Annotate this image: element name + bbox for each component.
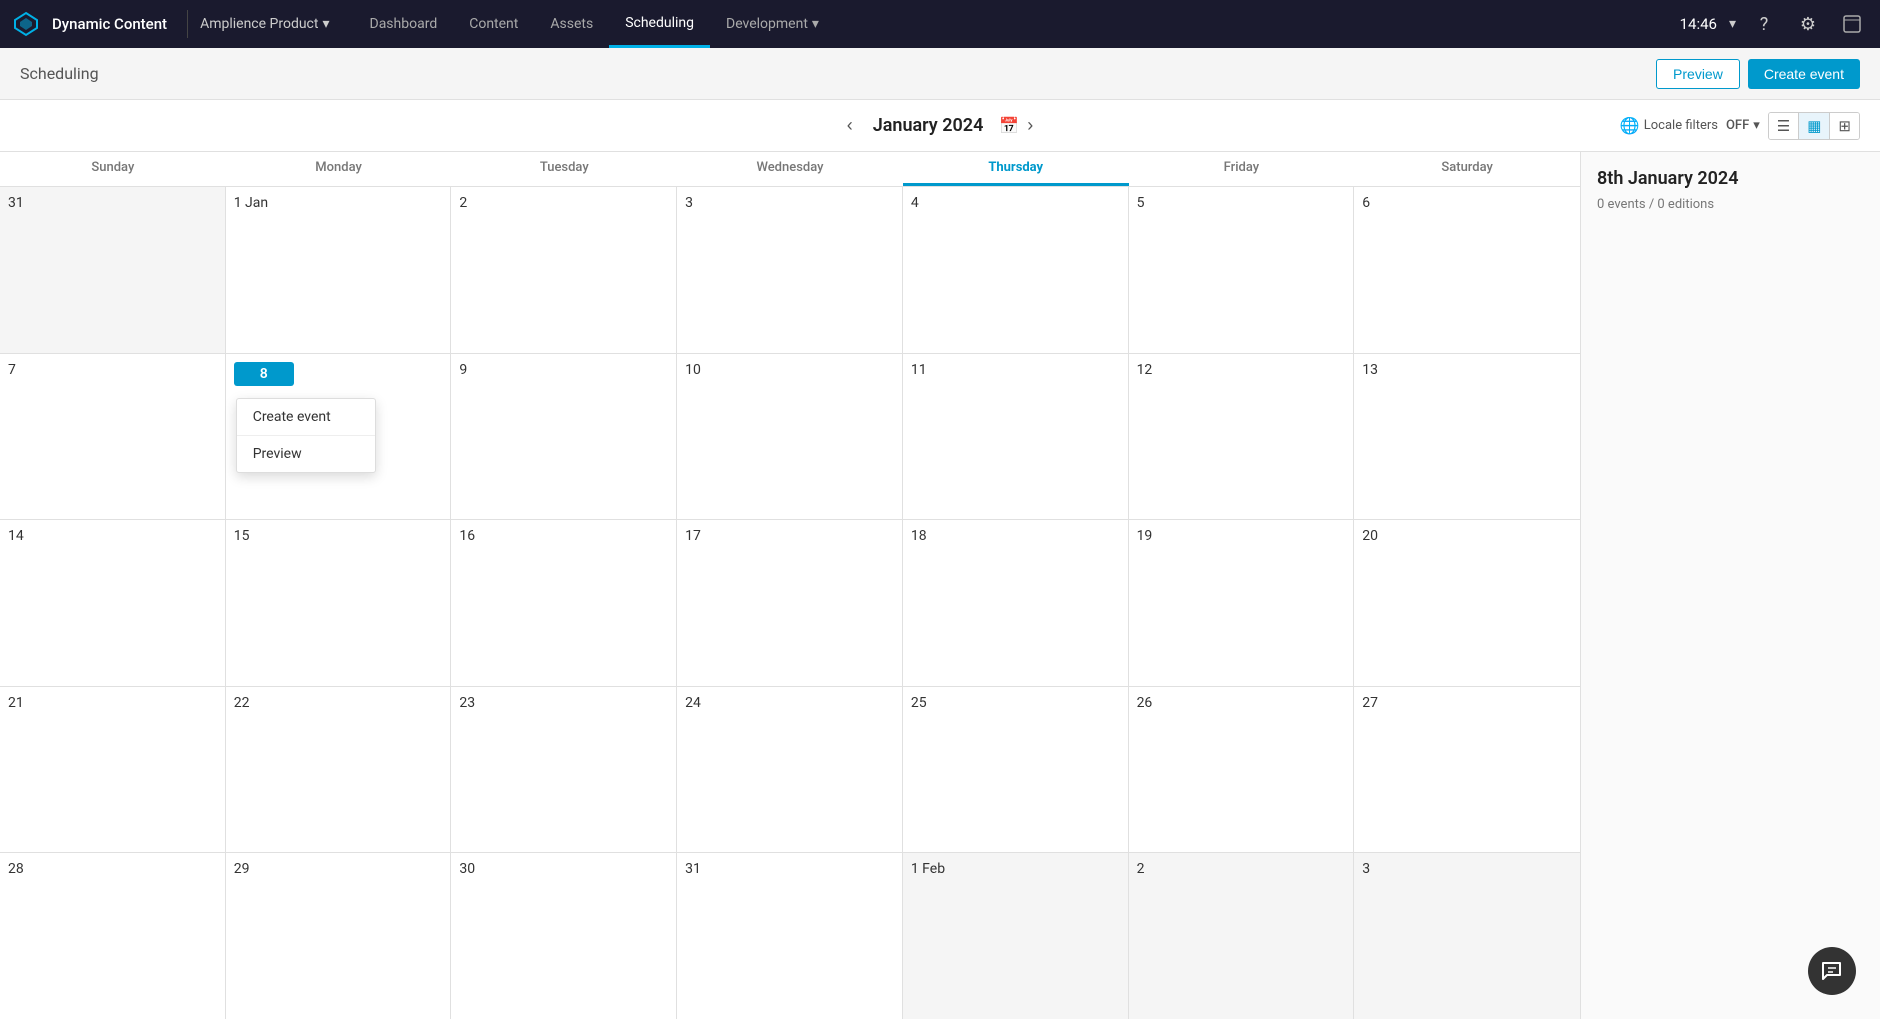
day-cell[interactable]: 14 xyxy=(0,520,226,686)
chat-bubble[interactable] xyxy=(1808,947,1856,995)
settings-icon[interactable]: ⚙ xyxy=(1792,8,1824,40)
days-of-week-row: Sunday Monday Tuesday Wednesday Thursday… xyxy=(0,152,1580,187)
chevron-down-icon: ▾ xyxy=(322,16,329,32)
day-cell[interactable]: 15 xyxy=(226,520,452,686)
day-cell[interactable]: 12 xyxy=(1129,354,1355,520)
nav-product[interactable]: Amplience Product ▾ xyxy=(192,16,337,32)
nav-right: 14:46 ▾ ? ⚙ xyxy=(1680,8,1868,40)
day-cell[interactable]: 4 xyxy=(903,187,1129,353)
nav-links: Dashboard Content Assets Scheduling Deve… xyxy=(354,0,1680,48)
day-cell[interactable]: 29 xyxy=(226,853,452,1019)
ctx-create-event[interactable]: Create event xyxy=(237,399,375,435)
user-icon[interactable] xyxy=(1836,8,1868,40)
create-event-button[interactable]: Create event xyxy=(1748,59,1860,89)
nav-link-scheduling[interactable]: Scheduling xyxy=(609,0,710,48)
day-cell[interactable]: 11 xyxy=(903,354,1129,520)
context-menu: Create event Preview xyxy=(236,398,376,473)
ctx-preview[interactable]: Preview xyxy=(237,436,375,472)
week-row: 14 15 16 17 18 19 20 xyxy=(0,520,1580,687)
dow-sunday: Sunday xyxy=(0,152,226,186)
chevron-down-icon: ▾ xyxy=(1753,118,1760,133)
event-sidebar: 8th January 2024 0 events / 0 editions xyxy=(1580,152,1880,1019)
calendar-main: Sunday Monday Tuesday Wednesday Thursday… xyxy=(0,152,1580,1019)
chevron-down-icon: ▾ xyxy=(812,16,819,32)
top-nav: Dynamic Content Amplience Product ▾ Dash… xyxy=(0,0,1880,48)
grid-view-button[interactable]: ▦ xyxy=(1799,113,1830,139)
globe-icon: 🌐 xyxy=(1620,116,1640,135)
day-cell[interactable]: 27 xyxy=(1354,687,1580,853)
app-name: Dynamic Content xyxy=(48,15,183,33)
day-cell[interactable]: 7 xyxy=(0,354,226,520)
day-cell[interactable]: 31 xyxy=(0,187,226,353)
month-label: January 2024 xyxy=(873,115,984,136)
dow-monday: Monday xyxy=(226,152,452,186)
locale-filter-label: Locale filters xyxy=(1644,118,1718,133)
day-cell[interactable]: 16 xyxy=(451,520,677,686)
page-title: Scheduling xyxy=(20,64,99,83)
calendar-wrapper: Sunday Monday Tuesday Wednesday Thursday… xyxy=(0,152,1880,1019)
nav-link-assets[interactable]: Assets xyxy=(534,0,609,48)
day-cell[interactable]: 5 xyxy=(1129,187,1355,353)
nav-time: 14:46 xyxy=(1680,15,1717,33)
day-cell[interactable]: 20 xyxy=(1354,520,1580,686)
day-cell[interactable]: 6 xyxy=(1354,187,1580,353)
day-cell[interactable]: 19 xyxy=(1129,520,1355,686)
month-view-button[interactable]: ⊞ xyxy=(1830,113,1859,139)
nav-link-content[interactable]: Content xyxy=(453,0,534,48)
week-row: 31 1 Jan 2 3 4 5 6 xyxy=(0,187,1580,354)
day-cell[interactable]: 28 xyxy=(0,853,226,1019)
day-cell[interactable]: 17 xyxy=(677,520,903,686)
dow-friday: Friday xyxy=(1129,152,1355,186)
calendar-header: ‹ January 2024 📅 › 🌐 Locale filters OFF … xyxy=(0,100,1880,152)
day-cell[interactable]: 9 xyxy=(451,354,677,520)
calendar-picker-button[interactable]: 📅 xyxy=(999,116,1019,136)
day-cell[interactable]: 2 xyxy=(1129,853,1355,1019)
chevron-down-icon: ▾ xyxy=(1729,16,1736,32)
day-cell[interactable]: 24 xyxy=(677,687,903,853)
week-row: 21 22 23 24 25 26 27 xyxy=(0,687,1580,854)
week-row: 28 29 30 31 1 Feb 2 3 xyxy=(0,853,1580,1019)
prev-month-button[interactable]: ‹ xyxy=(839,111,861,140)
day-cell[interactable]: 3 xyxy=(1354,853,1580,1019)
day-cell[interactable]: 23 xyxy=(451,687,677,853)
dow-tuesday: Tuesday xyxy=(451,152,677,186)
day-cell[interactable]: 2 xyxy=(451,187,677,353)
day-cell[interactable]: 1 Feb xyxy=(903,853,1129,1019)
sub-header: Scheduling Preview Create event xyxy=(0,48,1880,100)
day-cell[interactable]: 18 xyxy=(903,520,1129,686)
day-cell[interactable]: 10 xyxy=(677,354,903,520)
dow-wednesday: Wednesday xyxy=(677,152,903,186)
day-cell-selected[interactable]: 8 Create event Preview xyxy=(226,354,452,520)
day-cell[interactable]: 22 xyxy=(226,687,452,853)
sidebar-date-title: 8th January 2024 xyxy=(1597,168,1864,189)
selected-day-number: 8 xyxy=(234,362,294,386)
preview-button[interactable]: Preview xyxy=(1656,59,1740,89)
day-cell[interactable]: 3 xyxy=(677,187,903,353)
view-buttons: ☰ ▦ ⊞ xyxy=(1768,112,1860,140)
view-controls: 🌐 Locale filters OFF ▾ ☰ ▦ ⊞ xyxy=(1620,112,1860,140)
day-cell[interactable]: 31 xyxy=(677,853,903,1019)
day-cell[interactable]: 13 xyxy=(1354,354,1580,520)
day-cell[interactable]: 26 xyxy=(1129,687,1355,853)
day-cell[interactable]: 21 xyxy=(0,687,226,853)
nav-link-dashboard[interactable]: Dashboard xyxy=(354,0,454,48)
list-view-button[interactable]: ☰ xyxy=(1769,113,1799,139)
sidebar-events-count: 0 events / 0 editions xyxy=(1597,197,1864,212)
calendar-grid: 31 1 Jan 2 3 4 5 6 7 8 Create event Prev… xyxy=(0,187,1580,1019)
day-cell[interactable]: 30 xyxy=(451,853,677,1019)
day-cell[interactable]: 1 Jan xyxy=(226,187,452,353)
sub-actions: Preview Create event xyxy=(1656,59,1860,89)
next-month-button[interactable]: › xyxy=(1019,111,1041,140)
dow-thursday: Thursday xyxy=(903,152,1129,186)
nav-link-development[interactable]: Development ▾ xyxy=(710,0,835,48)
nav-divider xyxy=(187,10,188,38)
locale-filter-value: OFF xyxy=(1726,118,1749,133)
week-row: 7 8 Create event Preview 9 10 11 12 13 xyxy=(0,354,1580,521)
help-icon[interactable]: ? xyxy=(1748,8,1780,40)
locale-filter[interactable]: 🌐 Locale filters OFF ▾ xyxy=(1620,116,1760,135)
day-cell[interactable]: 25 xyxy=(903,687,1129,853)
dow-saturday: Saturday xyxy=(1354,152,1580,186)
app-logo xyxy=(12,10,40,38)
